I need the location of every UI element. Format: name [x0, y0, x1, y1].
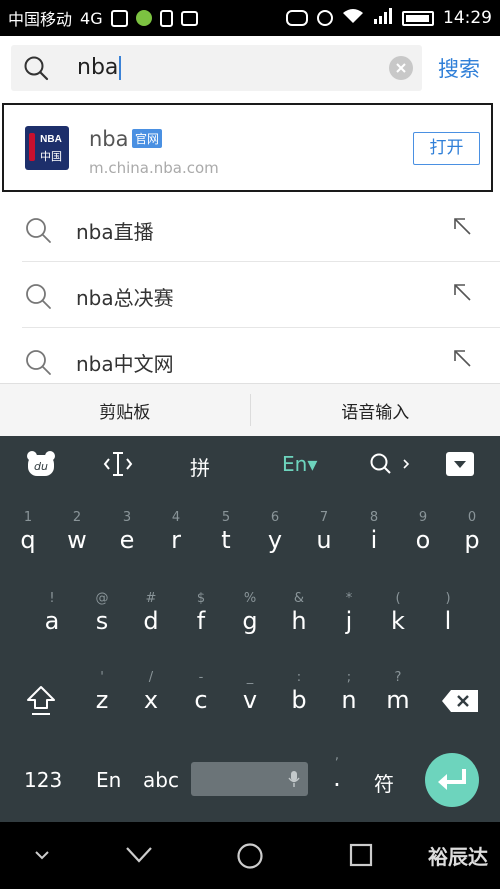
- image-icon: [110, 9, 128, 27]
- recents-icon[interactable]: [349, 843, 373, 867]
- enter-button[interactable]: [425, 753, 479, 807]
- fill-query-arrow-icon[interactable]: [452, 282, 472, 302]
- status-bar: 中国移动 4G 14:29: [0, 0, 500, 36]
- english-key[interactable]: En: [96, 768, 121, 792]
- search-button[interactable]: 搜索: [438, 53, 480, 83]
- chevron-down-icon: [454, 461, 466, 468]
- wifi-icon: [342, 8, 364, 28]
- app-icon: [135, 10, 152, 26]
- suggestion-label: nba中文网: [76, 352, 174, 376]
- app-result-card[interactable]: NBA 中国 nba 官网 m.china.nba.com 打开: [2, 103, 493, 192]
- language-toggle[interactable]: En▾: [282, 452, 317, 476]
- clipboard-button[interactable]: 剪贴板: [0, 384, 250, 436]
- svg-text:du: du: [34, 460, 48, 473]
- space-bar[interactable]: [191, 762, 308, 796]
- clear-input-button[interactable]: [389, 56, 413, 80]
- keyboard: du 拼 En▾ 1q 2w 3e 4r 5t 6y 7u 8i 9o 0p !…: [0, 436, 500, 822]
- pinyin-mode-button[interactable]: 拼: [190, 452, 210, 481]
- voice-input-button[interactable]: 语音输入: [251, 384, 500, 436]
- logo-bottom-text: 中国: [40, 151, 62, 163]
- fill-query-arrow-icon[interactable]: [452, 216, 472, 236]
- search-icon: [26, 284, 51, 309]
- nba-logo-icon: NBA 中国: [25, 126, 69, 170]
- numbers-key[interactable]: 123: [24, 768, 62, 792]
- input-toolbar: 剪贴板 语音输入: [0, 383, 500, 436]
- signal-icon: [373, 8, 393, 28]
- microphone-icon: [288, 771, 300, 787]
- open-button[interactable]: 打开: [413, 132, 480, 165]
- download-icon: [159, 9, 173, 27]
- cursor-move-icon[interactable]: [103, 451, 133, 477]
- msg-icon: [180, 10, 198, 26]
- keyboard-search-icon[interactable]: [369, 452, 413, 476]
- close-icon: [396, 63, 406, 73]
- search-input[interactable]: nba: [11, 45, 422, 91]
- logo-top-text: NBA: [40, 134, 62, 145]
- back-icon[interactable]: [124, 844, 154, 866]
- network-type-label: 4G: [80, 8, 103, 28]
- watermark: 裕辰达: [428, 845, 488, 869]
- search-bar: nba 搜索: [0, 36, 500, 100]
- carrier-label: 中国移动: [8, 10, 73, 29]
- search-icon: [24, 56, 49, 81]
- shift-icon[interactable]: [26, 684, 56, 716]
- suggestion-item[interactable]: nba中文网: [0, 328, 500, 383]
- search-query-text: nba: [77, 55, 119, 80]
- symbols-key[interactable]: 符: [374, 768, 394, 797]
- clock: 14:29: [443, 8, 492, 28]
- abc-key[interactable]: abc: [143, 768, 179, 792]
- hide-keyboard-button[interactable]: [446, 452, 474, 476]
- official-badge: 官网: [132, 129, 163, 148]
- battery-icon: [402, 10, 434, 26]
- du-logo-icon[interactable]: du: [26, 450, 56, 478]
- app-result-title: nba: [89, 127, 129, 151]
- search-icon: [26, 218, 51, 243]
- home-icon[interactable]: [236, 842, 264, 870]
- search-icon: [26, 350, 51, 375]
- suggestion-label: nba总决赛: [76, 286, 174, 310]
- hide-keyboard-nav-icon[interactable]: [34, 850, 50, 860]
- app-result-url: m.china.nba.com: [89, 159, 219, 177]
- backspace-icon: [442, 690, 478, 712]
- fill-query-arrow-icon[interactable]: [452, 348, 472, 368]
- suggestion-item[interactable]: nba总决赛: [0, 262, 500, 328]
- backspace-button[interactable]: [441, 689, 479, 713]
- enter-icon: [438, 769, 466, 790]
- navigation-bar: 裕辰达: [0, 822, 500, 889]
- suggestion-label: nba直播: [76, 220, 154, 244]
- text-cursor: [119, 56, 122, 80]
- suggestion-item[interactable]: nba直播: [0, 196, 500, 262]
- keyboard-toolbar: du 拼 En▾: [0, 436, 500, 494]
- alarm-icon: [317, 10, 333, 26]
- du-icon: [286, 10, 308, 26]
